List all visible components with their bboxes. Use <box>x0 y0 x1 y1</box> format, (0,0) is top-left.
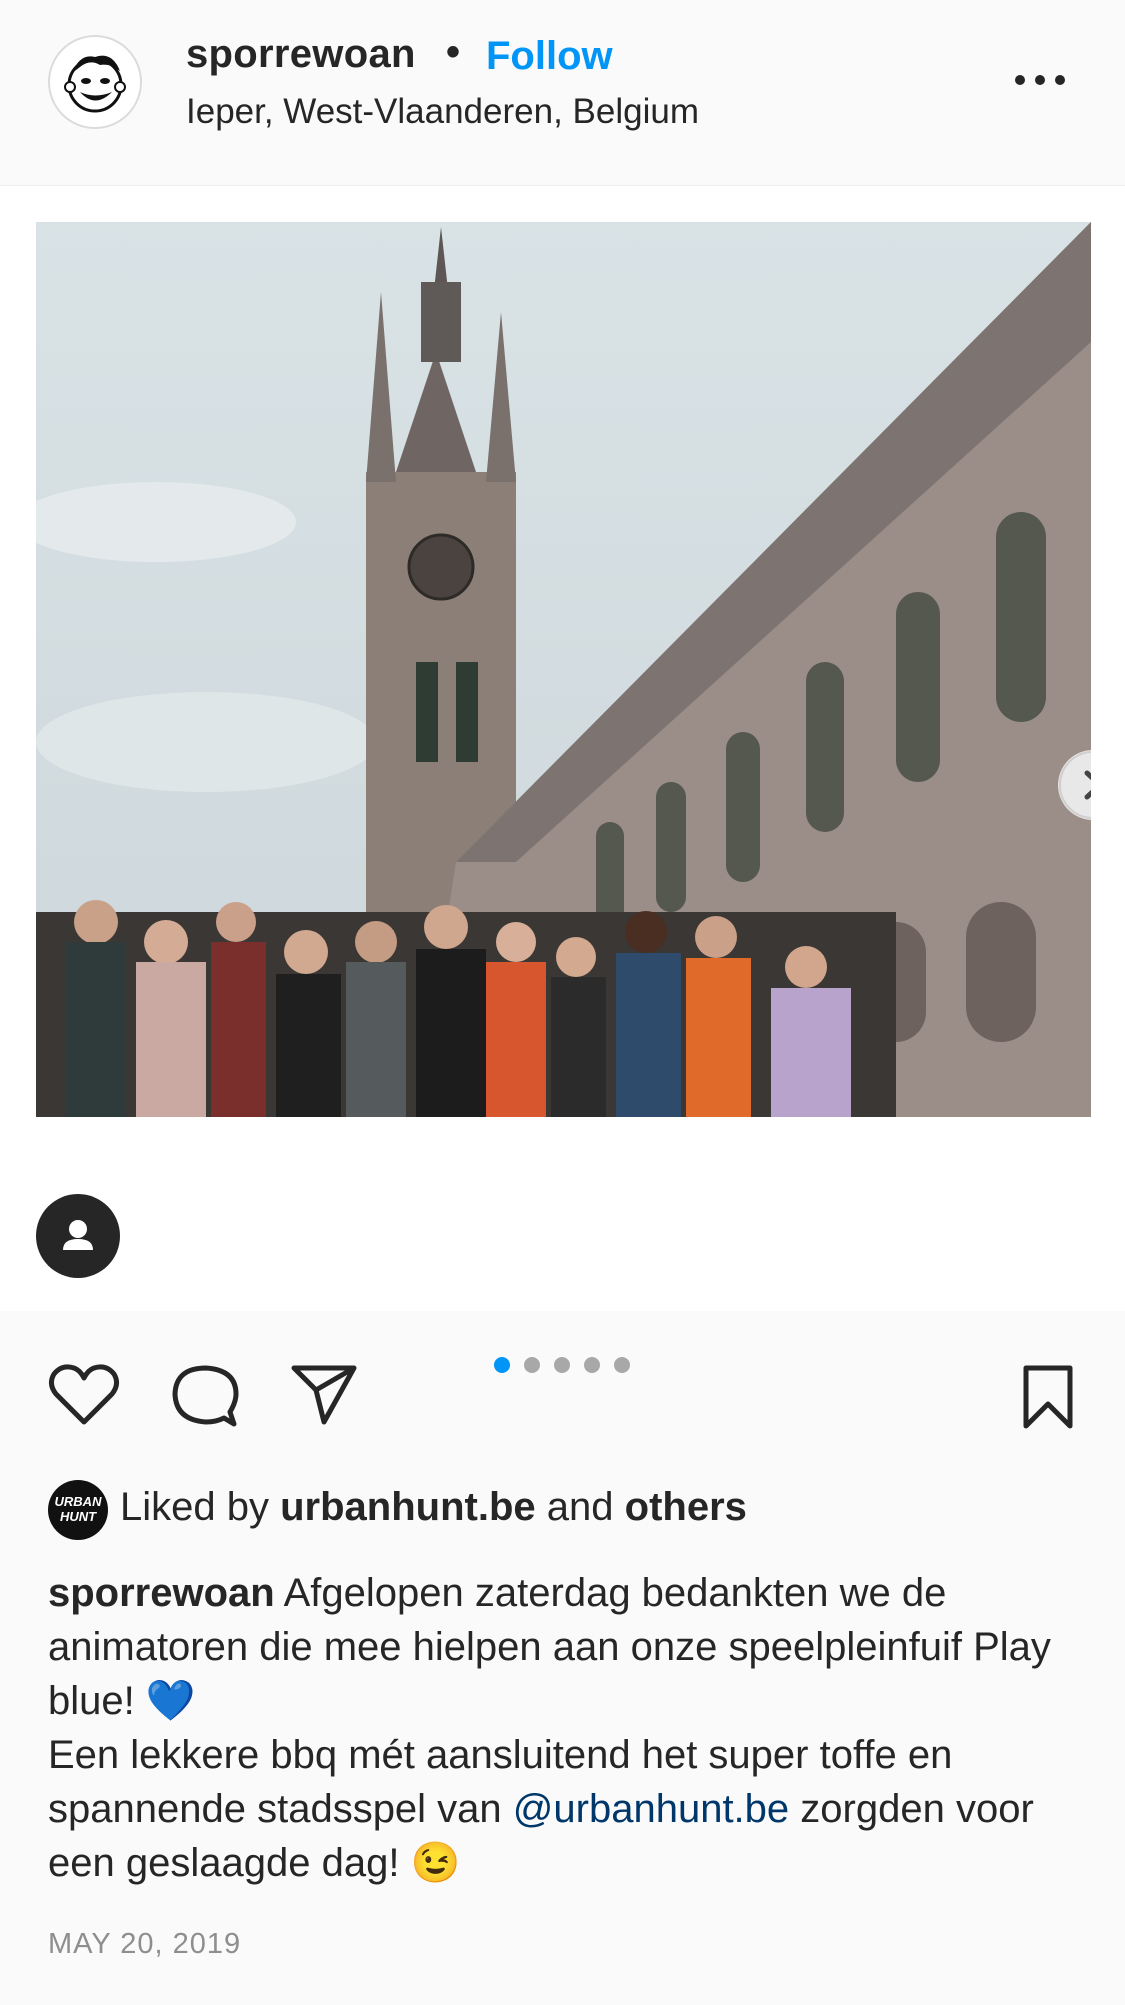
post-media-area <box>0 186 1125 1311</box>
post-location[interactable]: Ieper, West-Vlaanderen, Belgium <box>186 92 699 132</box>
carousel-dot-2 <box>524 1357 540 1373</box>
post-header: sporrewoan • Follow Ieper, West-Vlaander… <box>0 0 1125 186</box>
carousel-dot-4 <box>584 1357 600 1373</box>
liked-by-prefix: Liked by <box>120 1485 269 1529</box>
save-bookmark-icon[interactable] <box>1018 1364 1078 1435</box>
carousel-next-button[interactable] <box>1058 750 1091 820</box>
carousel-dot-1 <box>494 1357 510 1373</box>
post-actions-bar <box>0 1330 1125 1450</box>
follow-button[interactable]: Follow <box>486 34 613 79</box>
post-date: MAY 20, 2019 <box>48 1928 242 1960</box>
liked-by-others[interactable]: others <box>625 1485 747 1529</box>
separator-dot: • <box>446 30 461 74</box>
profile-avatar[interactable] <box>48 35 142 129</box>
liker-avatar-text-1: URBAN <box>54 1494 102 1509</box>
user-icon <box>63 1220 93 1250</box>
like-heart-icon[interactable] <box>48 1362 120 1431</box>
carousel-dot-3 <box>554 1357 570 1373</box>
carousel-indicator <box>494 1357 644 1377</box>
liked-by-conj: and <box>546 1485 614 1529</box>
chevron-right-icon <box>1059 751 1091 819</box>
caption-mention[interactable]: @urbanhunt.be <box>513 1787 789 1831</box>
cartoon-face-icon <box>64 55 126 113</box>
share-send-icon[interactable] <box>290 1362 358 1431</box>
post-username[interactable]: sporrewoan <box>186 32 416 77</box>
comment-icon[interactable] <box>170 1362 240 1433</box>
post-photo[interactable] <box>36 222 1091 1117</box>
liked-by-user[interactable]: urbanhunt.be <box>280 1485 536 1529</box>
liked-by-line: Liked by urbanhunt.be and others <box>120 1485 747 1530</box>
post-caption: sporrewoan Afgelopen zaterdag bedankten … <box>48 1566 1088 1890</box>
liker-avatar-text-2: HUNT <box>59 1509 97 1524</box>
caption-username[interactable]: sporrewoan <box>48 1571 275 1615</box>
more-options-icon[interactable] <box>1010 60 1070 100</box>
tagged-users-button[interactable] <box>36 1194 120 1278</box>
cloth-hall-group-photo <box>36 222 1091 1117</box>
carousel-dot-5 <box>614 1357 630 1373</box>
liker-avatar[interactable]: URBAN HUNT <box>48 1480 108 1540</box>
